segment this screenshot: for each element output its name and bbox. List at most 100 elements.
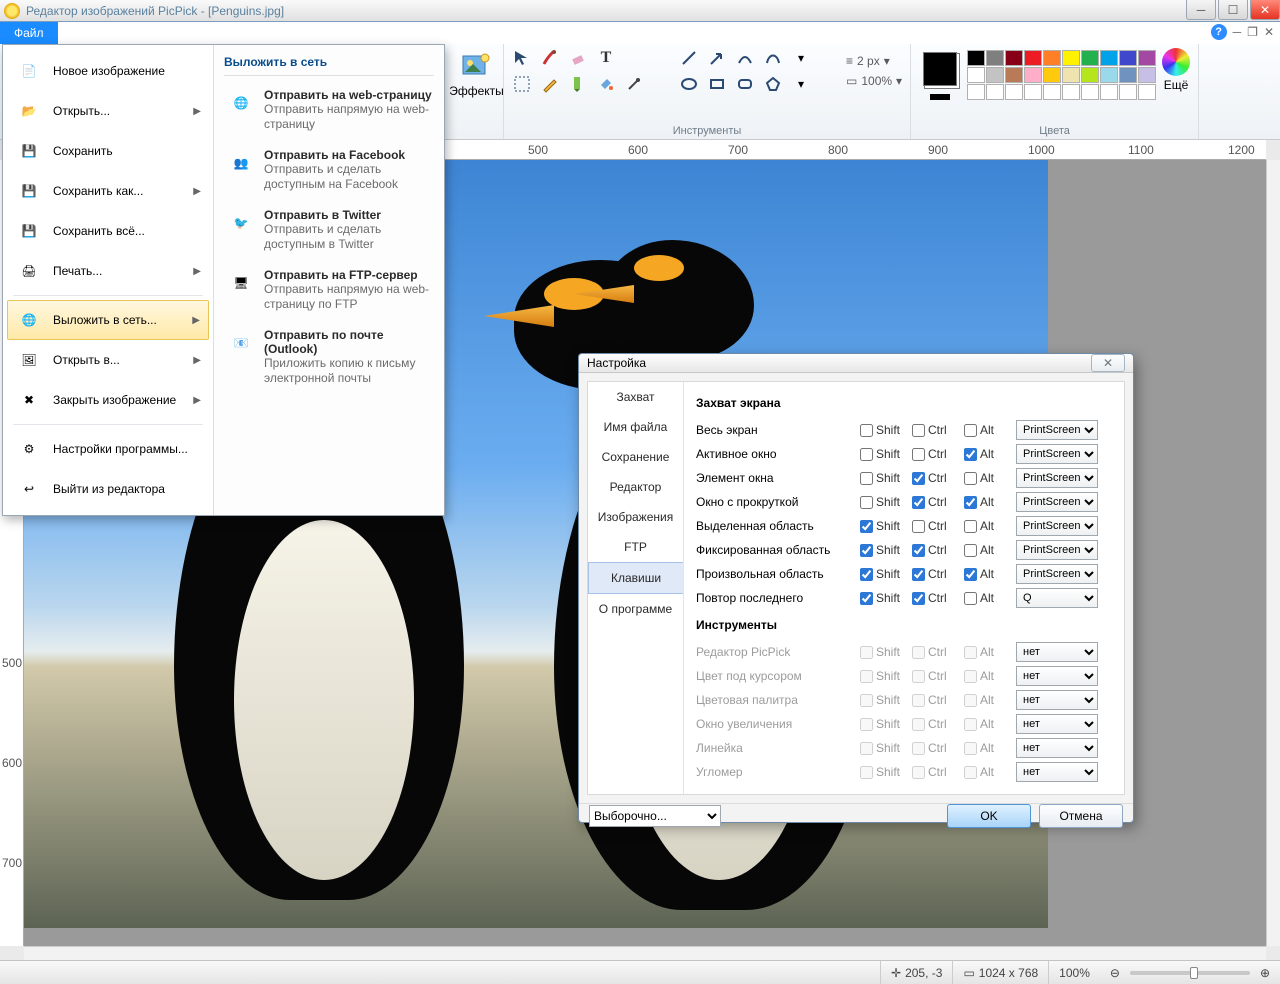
hotkey-key-select[interactable]: PrintScreen bbox=[1016, 564, 1098, 584]
file-menu-item[interactable]: 💾Сохранить как...▶ bbox=[7, 171, 209, 211]
color-swatch[interactable] bbox=[1024, 84, 1042, 100]
dialog-tab[interactable]: Захват bbox=[588, 382, 683, 412]
file-menu-item[interactable]: 📂Открыть...▶ bbox=[7, 91, 209, 131]
color-swatch[interactable] bbox=[1062, 67, 1080, 83]
color-swatch[interactable] bbox=[967, 84, 985, 100]
color-swatch[interactable] bbox=[1081, 67, 1099, 83]
color-swatch[interactable] bbox=[1119, 67, 1137, 83]
ctrl-checkbox[interactable] bbox=[912, 670, 925, 683]
file-menu-item[interactable]: 🌐Выложить в сеть...▶ bbox=[7, 300, 209, 340]
color-swatch[interactable] bbox=[1081, 84, 1099, 100]
text-tool-icon[interactable]: T bbox=[596, 48, 616, 68]
ctrl-checkbox[interactable] bbox=[912, 424, 925, 437]
ctrl-checkbox[interactable] bbox=[912, 520, 925, 533]
cancel-button[interactable]: Отмена bbox=[1039, 804, 1123, 828]
hotkey-key-select[interactable]: PrintScreen bbox=[1016, 420, 1098, 440]
color-swatch[interactable] bbox=[986, 84, 1004, 100]
color-swatch[interactable] bbox=[1005, 67, 1023, 83]
share-menu-item[interactable]: 🖥Отправить на FTP-серверОтправить напрям… bbox=[224, 262, 434, 322]
ellipse-shape-icon[interactable] bbox=[679, 74, 699, 94]
alt-checkbox[interactable] bbox=[964, 568, 977, 581]
dialog-close-button[interactable]: ✕ bbox=[1091, 354, 1125, 372]
color-palette[interactable] bbox=[967, 50, 1156, 100]
color-swatch[interactable] bbox=[1062, 50, 1080, 66]
shift-checkbox[interactable] bbox=[860, 670, 873, 683]
shift-checkbox[interactable] bbox=[860, 472, 873, 485]
file-menu-item[interactable]: 🖼Открыть в...▶ bbox=[7, 340, 209, 380]
color-swatch[interactable] bbox=[986, 50, 1004, 66]
help-icon[interactable]: ? bbox=[1211, 24, 1227, 40]
hotkey-key-select[interactable]: нет bbox=[1016, 642, 1098, 662]
shift-checkbox[interactable] bbox=[860, 592, 873, 605]
alt-checkbox[interactable] bbox=[964, 448, 977, 461]
stroke-color-swatch[interactable] bbox=[930, 94, 950, 100]
color-swatch[interactable] bbox=[1043, 67, 1061, 83]
eraser-tool-icon[interactable] bbox=[568, 48, 588, 68]
color-swatch[interactable] bbox=[1043, 84, 1061, 100]
alt-checkbox[interactable] bbox=[964, 670, 977, 683]
bezier-shape-icon[interactable] bbox=[763, 48, 783, 68]
ctrl-checkbox[interactable] bbox=[912, 568, 925, 581]
ctrl-checkbox[interactable] bbox=[912, 544, 925, 557]
hotkey-key-select[interactable]: PrintScreen bbox=[1016, 444, 1098, 464]
color-swatch[interactable] bbox=[1043, 50, 1061, 66]
ctrl-checkbox[interactable] bbox=[912, 496, 925, 509]
ctrl-checkbox[interactable] bbox=[912, 472, 925, 485]
file-menu-item[interactable]: ⚙Настройки программы... bbox=[7, 429, 209, 469]
color-swatch[interactable] bbox=[1024, 50, 1042, 66]
ctrl-checkbox[interactable] bbox=[912, 646, 925, 659]
marker-tool-icon[interactable] bbox=[568, 74, 588, 94]
hotkey-key-select[interactable]: PrintScreen bbox=[1016, 492, 1098, 512]
color-swatch[interactable] bbox=[1005, 84, 1023, 100]
alt-checkbox[interactable] bbox=[964, 472, 977, 485]
ctrl-checkbox[interactable] bbox=[912, 766, 925, 779]
select-tool-icon[interactable] bbox=[512, 48, 532, 68]
share-menu-item[interactable]: 🐦Отправить в TwitterОтправить и сделать … bbox=[224, 202, 434, 262]
color-swatch[interactable] bbox=[967, 50, 985, 66]
alt-checkbox[interactable] bbox=[964, 496, 977, 509]
maximize-button[interactable]: ☐ bbox=[1218, 0, 1248, 20]
file-menu-item[interactable]: ↩Выйти из редактора bbox=[7, 469, 209, 509]
roundrect-shape-icon[interactable] bbox=[735, 74, 755, 94]
share-menu-item[interactable]: 📧Отправить по почте (Outlook)Приложить к… bbox=[224, 322, 434, 396]
shift-checkbox[interactable] bbox=[860, 520, 873, 533]
more-shapes-icon[interactable]: ▾ bbox=[791, 48, 811, 68]
ctrl-checkbox[interactable] bbox=[912, 448, 925, 461]
shift-checkbox[interactable] bbox=[860, 766, 873, 779]
file-menu-item[interactable]: ✖Закрыть изображение▶ bbox=[7, 380, 209, 420]
alt-checkbox[interactable] bbox=[964, 742, 977, 755]
dialog-tab[interactable]: Клавиши bbox=[588, 562, 683, 594]
ctrl-checkbox[interactable] bbox=[912, 592, 925, 605]
line-shape-icon[interactable] bbox=[679, 48, 699, 68]
dialog-tab[interactable]: Сохранение bbox=[588, 442, 683, 472]
dialog-tab[interactable]: О программе bbox=[588, 594, 683, 624]
selective-dropdown[interactable]: Выборочно... bbox=[589, 805, 721, 827]
dialog-tab[interactable]: Имя файла bbox=[588, 412, 683, 442]
minimize-button[interactable]: ─ bbox=[1186, 0, 1216, 20]
vertical-scrollbar[interactable] bbox=[1266, 160, 1280, 946]
more-shapes2-icon[interactable]: ▾ bbox=[791, 74, 811, 94]
zoom-out-button[interactable]: ⊖ bbox=[1110, 966, 1120, 980]
alt-checkbox[interactable] bbox=[964, 520, 977, 533]
shift-checkbox[interactable] bbox=[860, 694, 873, 707]
arrow-shape-icon[interactable] bbox=[707, 48, 727, 68]
alt-checkbox[interactable] bbox=[964, 718, 977, 731]
zoom-in-button[interactable]: ⊕ bbox=[1260, 966, 1270, 980]
mdi-minimize-icon[interactable]: ─ bbox=[1233, 25, 1242, 39]
shift-checkbox[interactable] bbox=[860, 448, 873, 461]
file-menu-item[interactable]: 🖨Печать...▶ bbox=[7, 251, 209, 291]
alt-checkbox[interactable] bbox=[964, 694, 977, 707]
zoom-slider[interactable] bbox=[1130, 971, 1250, 975]
share-menu-item[interactable]: 👥Отправить на FacebookОтправить и сделат… bbox=[224, 142, 434, 202]
horizontal-scrollbar[interactable] bbox=[24, 946, 1266, 960]
color-swatch[interactable] bbox=[1081, 50, 1099, 66]
marquee-tool-icon[interactable] bbox=[512, 74, 532, 94]
color-swatch[interactable] bbox=[1138, 50, 1156, 66]
hotkey-key-select[interactable]: PrintScreen bbox=[1016, 468, 1098, 488]
pencil-tool-icon[interactable] bbox=[540, 74, 560, 94]
alt-checkbox[interactable] bbox=[964, 544, 977, 557]
more-colors-button[interactable]: Ещё bbox=[1162, 48, 1190, 92]
dialog-tab[interactable]: Изображения bbox=[588, 502, 683, 532]
hotkey-key-select[interactable]: Q bbox=[1016, 588, 1098, 608]
color-swatch[interactable] bbox=[1138, 67, 1156, 83]
